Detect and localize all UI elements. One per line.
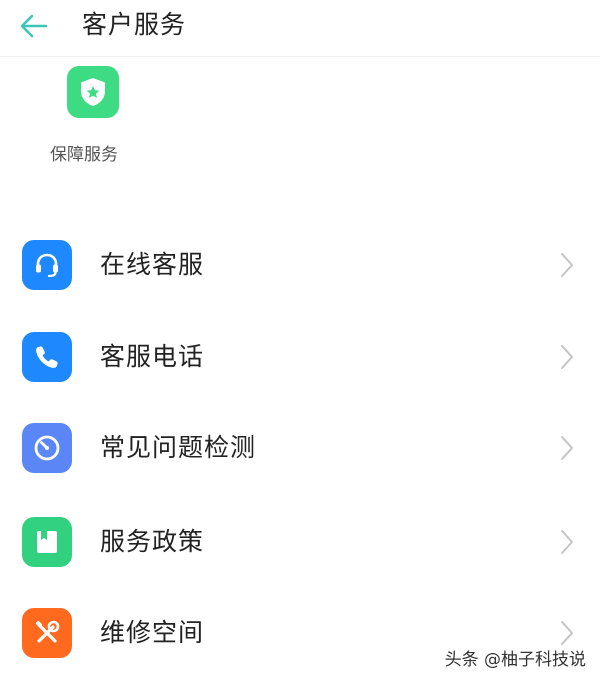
gauge-icon bbox=[22, 423, 72, 473]
headset-icon bbox=[22, 240, 72, 290]
quick-service-protection[interactable]: 保障服务 bbox=[50, 66, 140, 166]
menu-item-support-phone[interactable]: 客服电话 bbox=[0, 320, 600, 396]
quick-service-label: 保障服务 bbox=[50, 145, 118, 165]
watermark-text: 头条 @柚子科技说 bbox=[444, 650, 586, 670]
chevron-right-icon bbox=[561, 436, 573, 460]
arrow-left-icon[interactable] bbox=[16, 8, 52, 44]
menu-item-online-support[interactable]: 在线客服 bbox=[0, 228, 600, 304]
shield-star-icon bbox=[67, 66, 119, 118]
chevron-right-icon bbox=[561, 530, 573, 554]
chevron-right-icon bbox=[561, 621, 573, 645]
menu-item-service-policy[interactable]: 服务政策 bbox=[0, 505, 600, 581]
page-title: 客户服务 bbox=[82, 10, 187, 39]
tools-icon bbox=[22, 608, 72, 658]
chevron-right-icon bbox=[561, 345, 573, 369]
bookmark-book-icon bbox=[22, 517, 72, 567]
app-header: 客户服务 bbox=[0, 0, 600, 57]
menu-item-label: 服务政策 bbox=[100, 527, 205, 556]
menu-item-problem-detection[interactable]: 常见问题检测 bbox=[0, 411, 600, 487]
menu-item-label: 客服电话 bbox=[100, 342, 205, 371]
menu-item-label: 维修空间 bbox=[100, 618, 205, 647]
menu-item-label: 常见问题检测 bbox=[100, 433, 257, 462]
menu-item-label: 在线客服 bbox=[100, 250, 205, 279]
chevron-right-icon bbox=[561, 253, 573, 277]
phone-icon bbox=[22, 332, 72, 382]
